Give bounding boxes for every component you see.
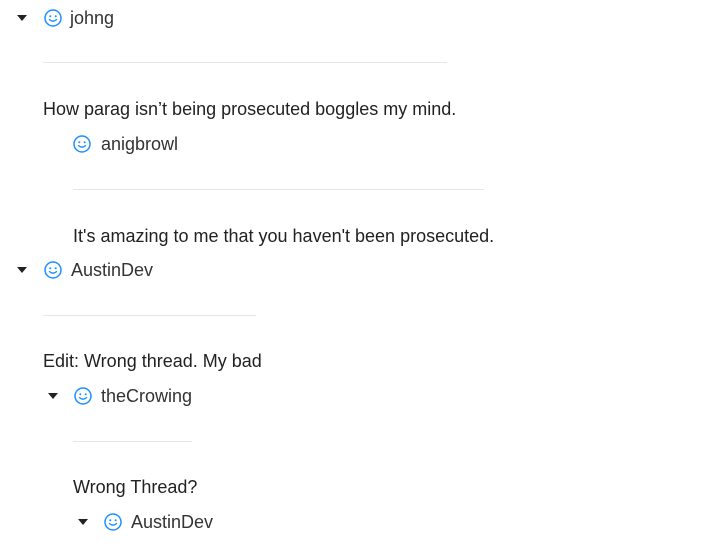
comment-header-thecrowing: theCrowing — [48, 384, 192, 408]
smiley-avatar-icon — [43, 8, 63, 28]
comment-username[interactable]: theCrowing — [101, 386, 192, 407]
collapse-toggle-icon[interactable] — [17, 265, 27, 275]
comment-body: Edit: Wrong thread. My bad — [43, 351, 262, 371]
comment-header-johng: johng — [17, 6, 114, 30]
smiley-avatar-icon — [103, 512, 123, 532]
comment-header-anigbrowl: anigbrowl — [72, 132, 178, 156]
comment-body: Wrong Thread? — [73, 477, 198, 497]
smiley-avatar-icon — [72, 134, 92, 154]
comment-divider — [43, 62, 447, 63]
comment-thread: johng How parag isn’t being prosecuted b… — [0, 0, 716, 559]
comment-divider — [43, 315, 256, 316]
comment-username[interactable]: AustinDev — [131, 512, 213, 533]
smiley-avatar-icon — [43, 260, 63, 280]
comment-header-austindev-nested: AustinDev — [78, 510, 213, 534]
comment-divider — [73, 189, 484, 190]
collapse-toggle-icon[interactable] — [48, 391, 58, 401]
comment-username[interactable]: AustinDev — [71, 260, 153, 281]
comment-username[interactable]: anigbrowl — [101, 134, 178, 155]
smiley-avatar-icon — [73, 386, 93, 406]
comment-header-austindev: AustinDev — [17, 258, 153, 282]
comment-divider — [73, 441, 192, 442]
collapse-toggle-icon[interactable] — [78, 517, 88, 527]
comment-body: How parag isn’t being prosecuted boggles… — [43, 99, 457, 119]
comment-body: It's amazing to me that you haven't been… — [73, 226, 495, 246]
collapse-toggle-icon[interactable] — [17, 13, 27, 23]
comment-username[interactable]: johng — [70, 8, 114, 29]
